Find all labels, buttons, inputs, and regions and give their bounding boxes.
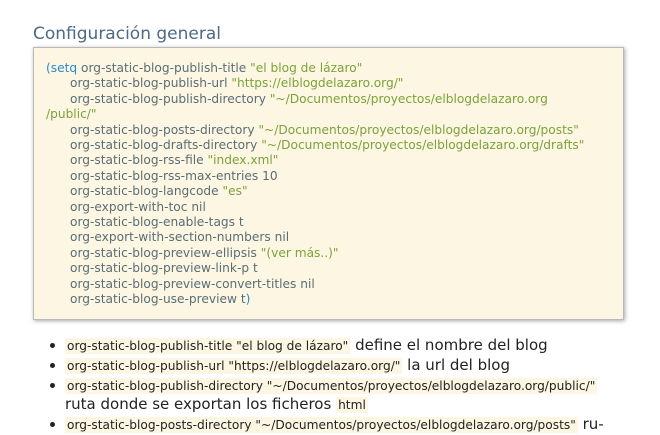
- code-var: org-static-blog-use-preview: [70, 292, 237, 307]
- list-item: org-static-blog-posts-directory "~/Docum…: [46, 415, 646, 434]
- inline-code: org-static-blog-publish-title "el blog d…: [65, 338, 351, 354]
- code-var: org-static-blog-publish-directory: [70, 91, 266, 106]
- code-line: org-static-blog-use-preview t): [46, 292, 611, 307]
- code-var: org-static-blog-preview-link-p: [70, 261, 250, 276]
- list-item-text: ruta donde se exportan los ficheros: [65, 395, 337, 413]
- inline-code: org-static-blog-posts-directory "~/Docum…: [65, 417, 578, 433]
- code-value: "index.xml": [207, 153, 279, 168]
- list-item-text: la url del blog: [402, 356, 510, 374]
- list-item: org-static-blog-publish-url "https://elb…: [46, 356, 646, 375]
- code-value: "~/Documentos/proyectos/elblogdelazaro.o…: [258, 122, 579, 137]
- code-var: org-static-blog-preview-convert-titles: [70, 276, 297, 291]
- code-value: nil: [300, 276, 315, 291]
- inline-code: org-static-blog-publish-url "https://elb…: [65, 358, 403, 374]
- code-line: org-export-with-toc nil: [46, 200, 611, 215]
- code-line: org-static-blog-posts-directory "~/Docum…: [46, 123, 611, 138]
- code-var: org-static-blog-rss-max-entries: [70, 168, 259, 183]
- inline-code: org-static-blog-publish-directory "~/Doc…: [65, 378, 598, 394]
- code-value: nil: [274, 230, 290, 245]
- code-line: org-export-with-section-numbers nil: [46, 230, 611, 245]
- code-line: org-static-blog-preview-link-p t: [46, 261, 611, 276]
- code-line: /public/": [46, 107, 611, 122]
- code-var: org-static-blog-publish-url: [70, 76, 228, 91]
- code-value: "es": [222, 184, 248, 199]
- code-line: org-static-blog-langcode "es": [46, 184, 611, 199]
- code-line: (setq org-static-blog-publish-title "el …: [46, 61, 611, 76]
- code-line: org-static-blog-publish-url "https://elb…: [46, 76, 611, 91]
- code-value: t: [238, 215, 244, 230]
- section-heading: Configuración general: [33, 24, 221, 45]
- code-line: org-static-blog-publish-directory "~/Doc…: [46, 92, 611, 107]
- code-value: nil: [191, 199, 206, 214]
- code-line: org-static-blog-rss-file "index.xml": [46, 153, 611, 168]
- list-item: org-static-blog-publish-title "el blog d…: [46, 336, 646, 355]
- code-var: org-static-blog-langcode: [70, 184, 219, 199]
- code-value: t: [252, 261, 258, 276]
- code-value: "~/Documentos/proyectos/elblogdelazaro.o…: [269, 91, 548, 106]
- code-var: org-static-blog-drafts-directory: [70, 138, 258, 153]
- list-item-text: ru-: [577, 415, 604, 433]
- code-value: "~/Documentos/proyectos/elblogdelazaro.o…: [261, 138, 585, 153]
- code-var: org-static-blog-posts-directory: [70, 122, 255, 137]
- close-paren: ): [245, 292, 251, 307]
- list-item-text: define el nombre del blog: [350, 336, 548, 354]
- code-var: org-static-blog-preview-ellipsis: [70, 245, 257, 260]
- code-var: org-export-with-toc: [70, 199, 188, 214]
- code-block: (setq org-static-blog-publish-title "el …: [33, 47, 624, 320]
- code-var: org-static-blog-publish-title: [81, 61, 247, 75]
- code-value: "(ver más..)": [260, 245, 339, 260]
- code-line: org-static-blog-preview-ellipsis "(ver m…: [46, 246, 611, 261]
- option-list: org-static-blog-publish-title "el blog d…: [46, 336, 646, 435]
- code-line: org-static-blog-enable-tags t: [46, 215, 611, 230]
- code-value: "el blog de lázaro": [250, 61, 363, 75]
- inline-code: html: [336, 397, 368, 413]
- list-item: org-static-blog-publish-directory "~/Doc…: [46, 376, 646, 414]
- code-line: org-static-blog-preview-convert-titles n…: [46, 277, 611, 292]
- code-line: org-static-blog-rss-max-entries 10: [46, 169, 611, 184]
- code-value-wrap: /public/": [46, 107, 97, 122]
- code-line: org-static-blog-drafts-directory "~/Docu…: [46, 138, 611, 153]
- code-var: org-export-with-section-numbers: [70, 230, 271, 245]
- setq-keyword: setq: [50, 61, 78, 75]
- code-var: org-static-blog-rss-file: [70, 153, 204, 168]
- code-var: org-static-blog-enable-tags: [70, 215, 236, 230]
- code-value: 10: [262, 168, 278, 183]
- code-value: "https://elblogdelazaro.org/": [231, 76, 404, 91]
